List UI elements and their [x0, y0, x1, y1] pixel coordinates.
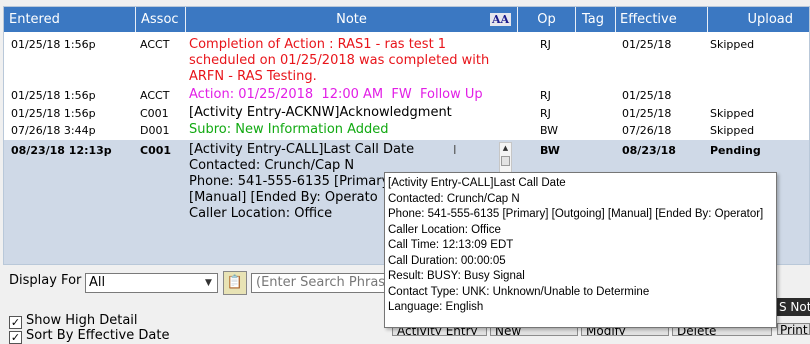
table-row[interactable]: 01/25/18 1:56p C001 [Activity Entry-ACKN… — [4, 104, 809, 121]
search-input[interactable]: (Enter Search Phrase — [251, 273, 391, 293]
column-header-note[interactable]: Note — [186, 7, 518, 32]
entered-cell: 01/25/18 1:56p — [11, 89, 96, 102]
print-button[interactable]: Print — [777, 323, 810, 335]
display-for-select[interactable]: All ▼ — [85, 273, 218, 293]
table-row[interactable]: 01/25/18 1:56p ACCT Action: 01/25/2018 1… — [4, 86, 809, 104]
tooltip-line: Caller Location: Office — [388, 223, 501, 236]
upload-cell: Skipped — [710, 107, 755, 120]
tooltip-line: Language: English — [388, 301, 484, 313]
grid-header: Entered Assoc Note Op Tag Effective Uplo… — [4, 7, 809, 32]
op-cell: RJ — [540, 89, 551, 102]
entered-cell: 01/25/18 1:56p — [11, 107, 96, 120]
tooltip-line: Call Duration: 00:00:05 — [388, 254, 506, 267]
note-cell: Subro: New Information Added — [189, 122, 389, 137]
note-cell: Action: 01/25/2018 12:00 AM FW Follow Up — [189, 87, 483, 102]
tooltip-line: Contact Type: UNK: Unknown/Unable to Det… — [388, 285, 650, 298]
entered-cell: 08/23/18 12:13p — [11, 144, 112, 157]
op-cell: BW — [540, 144, 560, 157]
display-for-label: Display For — [9, 273, 82, 288]
text-cursor-icon: I — [453, 143, 457, 157]
note-line: [Activity Entry-CALL]Last Call Date — [189, 142, 415, 157]
effective-cell: 07/26/18 — [622, 124, 672, 137]
op-cell: RJ — [540, 107, 551, 120]
assoc-cell: C001 — [140, 144, 172, 157]
font-size-toggle-icon[interactable]: AA — [490, 13, 512, 26]
tooltip-line: Call Time: 12:13:09 EDT — [388, 239, 514, 251]
assoc-cell: ACCT — [140, 38, 170, 51]
scroll-thumb[interactable] — [501, 156, 510, 166]
effective-cell: 01/25/18 — [622, 107, 672, 120]
note-cell: Completion of Action : RAS1 - ras test 1… — [189, 37, 490, 84]
column-header-tag[interactable]: Tag — [576, 7, 616, 32]
chevron-down-icon[interactable]: ▼ — [200, 274, 217, 292]
op-cell: RJ — [540, 38, 551, 51]
display-for-value: All — [89, 275, 106, 290]
assoc-cell: C001 — [140, 107, 169, 120]
op-cell: BW — [540, 124, 559, 137]
tooltip-line: Contacted: Crunch/Cap N — [388, 192, 520, 205]
clipboard-icon[interactable]: 📋 — [223, 271, 247, 295]
note-cell: [Activity Entry-ACKNW]Acknowledgment — [189, 105, 452, 120]
table-row[interactable]: 01/25/18 1:56p ACCT Completion of Action… — [4, 34, 809, 86]
entered-cell: 07/26/18 3:44p — [11, 124, 96, 137]
upload-cell: Pending — [710, 144, 761, 157]
sort-effective-label: Sort By Effective Date — [26, 328, 170, 343]
column-header-upload[interactable]: Upload — [708, 7, 809, 32]
sort-effective-checkbox[interactable]: ✓ Sort By Effective Date — [9, 328, 169, 344]
tooltip-line: [Activity Entry-CALL]Last Call Date — [388, 177, 566, 189]
upload-cell: Skipped — [710, 124, 755, 137]
tooltip-line: Phone: 541-555-6135 [Primary] [Outgoing]… — [388, 208, 764, 220]
upload-cell: Skipped — [710, 38, 755, 51]
tooltip-line: Result: BUSY: Busy Signal — [388, 270, 525, 282]
column-header-effective[interactable]: Effective — [616, 7, 708, 32]
column-header-assoc[interactable]: Assoc — [136, 7, 186, 32]
assoc-cell: ACCT — [140, 89, 170, 102]
effective-cell: 01/25/18 — [622, 38, 672, 51]
show-high-detail-label: Show High Detail — [26, 313, 138, 328]
column-header-op[interactable]: Op — [518, 7, 576, 32]
effective-cell: 01/25/18 — [622, 89, 672, 102]
entered-cell: 01/25/18 1:56p — [11, 38, 96, 51]
scroll-up-icon[interactable]: ▲ — [501, 144, 510, 152]
show-high-detail-checkbox[interactable]: ✓ Show High Detail — [9, 313, 138, 329]
effective-cell: 08/23/18 — [622, 144, 676, 157]
notes-toggle-button[interactable]: S Not — [777, 298, 810, 316]
note-tooltip: [Activity Entry-CALL]Last Call Date Cont… — [384, 172, 777, 328]
assoc-cell: D001 — [140, 124, 170, 137]
column-header-entered[interactable]: Entered — [4, 7, 136, 32]
table-row[interactable]: 07/26/18 3:44p D001 Subro: New Informati… — [4, 121, 809, 139]
